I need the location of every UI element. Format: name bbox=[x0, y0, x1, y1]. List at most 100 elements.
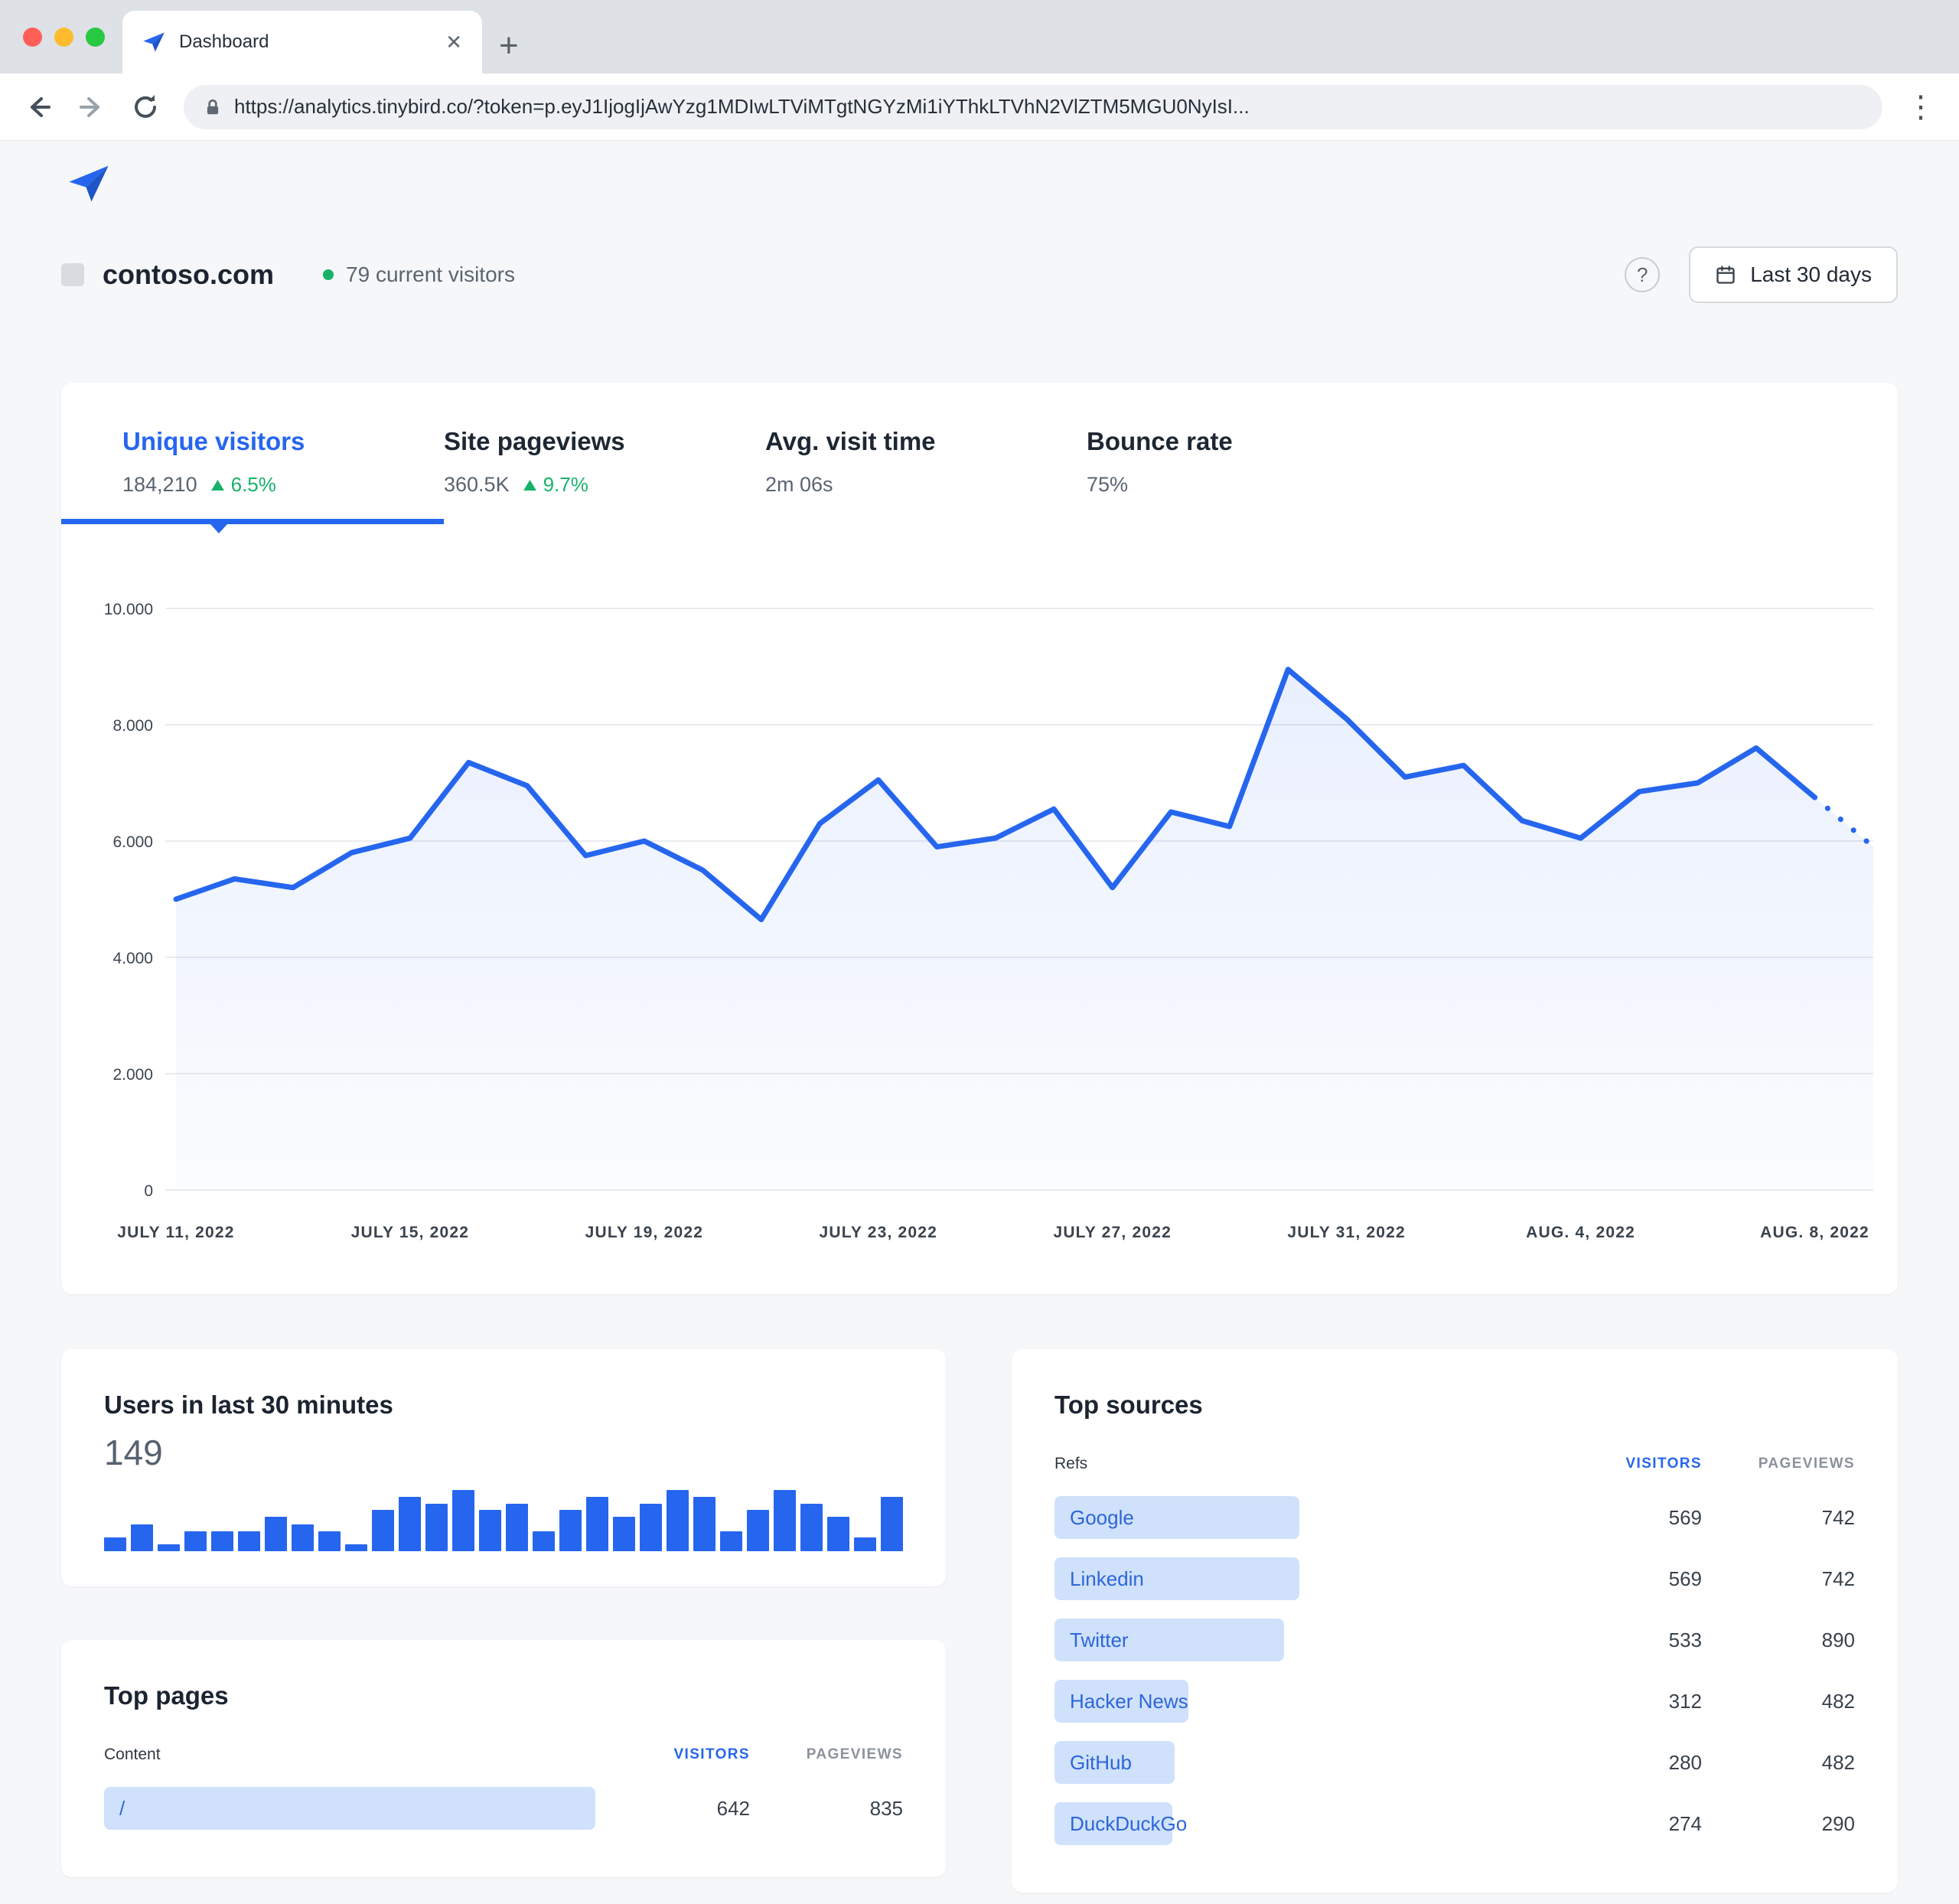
metric-tab-site-pageviews[interactable]: Site pageviews360.5K9.7% bbox=[444, 427, 765, 497]
users-card-title: Users in last 30 minutes bbox=[104, 1391, 903, 1420]
minibar bbox=[211, 1531, 233, 1551]
site-name: contoso.com bbox=[103, 259, 274, 291]
minibar bbox=[800, 1504, 823, 1551]
minibar bbox=[747, 1510, 769, 1551]
row-bar[interactable]: Linkedin bbox=[1054, 1557, 1299, 1600]
minibar bbox=[506, 1504, 528, 1551]
row-label: Twitter bbox=[1070, 1629, 1129, 1652]
table-row: GitHub280482 bbox=[1054, 1732, 1855, 1793]
svg-text:AUG. 8, 2022: AUG. 8, 2022 bbox=[1760, 1224, 1869, 1241]
forward-icon[interactable] bbox=[77, 92, 107, 122]
top-sources-title: Top sources bbox=[1054, 1391, 1855, 1420]
minibar bbox=[559, 1510, 582, 1551]
row-bar[interactable]: DuckDuckGo bbox=[1054, 1802, 1172, 1845]
svg-text:JULY 11, 2022: JULY 11, 2022 bbox=[117, 1224, 234, 1241]
row-bar[interactable]: Google bbox=[1054, 1496, 1299, 1539]
close-tab-icon[interactable]: ✕ bbox=[445, 31, 462, 54]
svg-text:JULY 23, 2022: JULY 23, 2022 bbox=[820, 1224, 938, 1241]
url-text: https://analytics.tinybird.co/?token=p.e… bbox=[234, 95, 1250, 119]
visitors-area-chart: 02.0004.0006.0008.00010.000JULY 11, 2022… bbox=[61, 524, 1898, 1289]
row-label: Google bbox=[1070, 1506, 1134, 1530]
row-bar[interactable]: Twitter bbox=[1054, 1619, 1284, 1661]
top-sources-rows: Google569742Linkedin569742Twitter533890H… bbox=[1054, 1487, 1855, 1854]
minibar bbox=[238, 1531, 260, 1551]
svg-text:JULY 31, 2022: JULY 31, 2022 bbox=[1287, 1224, 1406, 1241]
top-pages-card: Top pages Content VISITORS PAGEVIEWS /64… bbox=[61, 1640, 946, 1877]
site-favicon-placeholder bbox=[61, 263, 84, 286]
row-bar[interactable]: Hacker News bbox=[1054, 1680, 1188, 1723]
minibar bbox=[613, 1517, 635, 1551]
table-header: Refs VISITORS PAGEVIEWS bbox=[1054, 1455, 1855, 1473]
browser-tab-dashboard[interactable]: Dashboard ✕ bbox=[122, 11, 482, 73]
row-visitors: 274 bbox=[1564, 1812, 1702, 1836]
zoom-window-button[interactable] bbox=[86, 28, 105, 47]
row-pageviews: 742 bbox=[1702, 1567, 1855, 1591]
metric-tab-bounce-rate[interactable]: Bounce rate75% bbox=[1087, 427, 1408, 497]
minibar bbox=[292, 1524, 314, 1551]
tab-title: Dashboard bbox=[179, 31, 445, 53]
metric-value: 184,210 bbox=[122, 473, 197, 497]
minibar bbox=[104, 1537, 126, 1551]
column-content: Content bbox=[104, 1746, 612, 1764]
help-button[interactable]: ? bbox=[1625, 257, 1660, 292]
browser-tab-strip: Dashboard ✕ + bbox=[0, 0, 1959, 73]
column-pageviews[interactable]: PAGEVIEWS bbox=[750, 1746, 903, 1763]
row-label: DuckDuckGo bbox=[1070, 1812, 1187, 1836]
top-pages-title: Top pages bbox=[104, 1681, 903, 1710]
metric-label: Unique visitors bbox=[122, 427, 444, 456]
column-visitors[interactable]: VISITORS bbox=[1564, 1456, 1702, 1472]
column-pageviews[interactable]: PAGEVIEWS bbox=[1702, 1456, 1855, 1472]
url-bar[interactable]: https://analytics.tinybird.co/?token=p.e… bbox=[184, 85, 1882, 129]
row-bar[interactable]: / bbox=[104, 1787, 595, 1830]
date-range-button[interactable]: Last 30 days bbox=[1689, 246, 1898, 303]
up-triangle-icon bbox=[523, 480, 536, 491]
browser-menu-icon[interactable]: ⋮ bbox=[1905, 92, 1936, 122]
close-window-button[interactable] bbox=[23, 28, 42, 47]
minibar bbox=[425, 1504, 448, 1551]
reload-icon[interactable] bbox=[130, 92, 161, 122]
metrics-chart-card: Unique visitors184,2106.5%Site pageviews… bbox=[61, 383, 1898, 1294]
minibar bbox=[533, 1531, 555, 1551]
row-bar[interactable]: GitHub bbox=[1054, 1741, 1175, 1784]
metric-tabs: Unique visitors184,2106.5%Site pageviews… bbox=[61, 383, 1898, 524]
minimize-window-button[interactable] bbox=[54, 28, 73, 47]
minibar bbox=[318, 1531, 341, 1551]
minibar bbox=[586, 1497, 608, 1551]
row-pageviews: 890 bbox=[1702, 1629, 1855, 1652]
minibar bbox=[720, 1531, 742, 1551]
tinybird-logo-icon bbox=[67, 164, 110, 204]
row-label: Hacker News bbox=[1070, 1690, 1188, 1713]
metric-delta: 6.5% bbox=[211, 473, 276, 497]
top-pages-rows: /642835 bbox=[104, 1778, 903, 1839]
metric-label: Avg. visit time bbox=[765, 427, 1087, 456]
back-icon[interactable] bbox=[23, 92, 54, 122]
row-pageviews: 482 bbox=[1702, 1751, 1855, 1775]
table-row: Google569742 bbox=[1054, 1487, 1855, 1548]
column-refs: Refs bbox=[1054, 1455, 1564, 1473]
metric-delta: 9.7% bbox=[523, 473, 588, 497]
up-triangle-icon bbox=[211, 480, 224, 491]
row-pageviews: 290 bbox=[1702, 1812, 1855, 1836]
minibar bbox=[667, 1490, 689, 1551]
metric-tab-avg-visit-time[interactable]: Avg. visit time 2m 06s bbox=[765, 427, 1087, 497]
new-tab-button[interactable]: + bbox=[499, 29, 519, 63]
top-sources-card: Top sources Refs VISITORS PAGEVIEWS Goog… bbox=[1012, 1349, 1898, 1893]
minibar bbox=[345, 1544, 367, 1551]
minibar bbox=[774, 1490, 796, 1551]
minibar bbox=[854, 1537, 876, 1551]
svg-text:AUG. 4, 2022: AUG. 4, 2022 bbox=[1526, 1224, 1635, 1241]
row-visitors: 312 bbox=[1564, 1690, 1702, 1713]
users-count: 149 bbox=[104, 1432, 903, 1473]
metric-value: 2m 06s bbox=[765, 473, 833, 497]
analytics-dashboard-page: contoso.com 79 current visitors ? Last 3… bbox=[0, 164, 1959, 1904]
lock-icon bbox=[204, 98, 222, 116]
current-visitors: 79 current visitors bbox=[323, 262, 515, 287]
minibar bbox=[131, 1524, 153, 1551]
metric-value: 360.5K bbox=[444, 473, 510, 497]
column-visitors[interactable]: VISITORS bbox=[612, 1746, 750, 1763]
minibar bbox=[184, 1531, 207, 1551]
macos-window-controls bbox=[23, 28, 105, 47]
metric-tab-unique-visitors[interactable]: Unique visitors 184,210 6.5% bbox=[122, 427, 444, 497]
svg-text:JULY 15, 2022: JULY 15, 2022 bbox=[351, 1224, 470, 1241]
table-row: /642835 bbox=[104, 1778, 903, 1839]
